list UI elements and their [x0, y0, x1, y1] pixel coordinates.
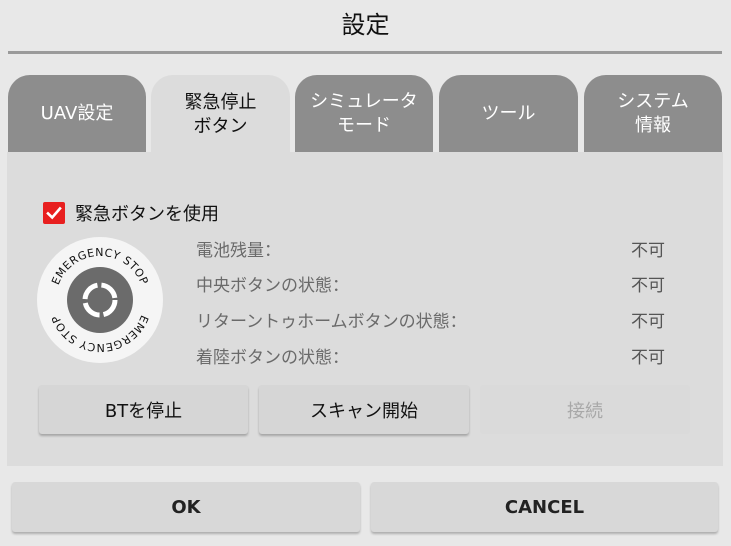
- use-emergency-button-label: 緊急ボタンを使用: [75, 204, 219, 225]
- emergency-stop-panel: 緊急ボタンを使用 EMERGENCY STOP EMERGENCY STOP 電…: [7, 152, 723, 466]
- battery-level-label: 電池残量：: [196, 241, 281, 261]
- cancel-button[interactable]: CANCEL: [371, 482, 718, 532]
- landing-button-state-value: 不可: [631, 348, 665, 368]
- tab-simulator-mode[interactable]: シミュレータ モード: [295, 75, 433, 152]
- ok-button[interactable]: OK: [12, 482, 360, 532]
- title-divider: [8, 51, 722, 54]
- landing-button-state-label: 着陸ボタンの状態：: [196, 348, 349, 368]
- tab-uav-settings[interactable]: UAV設定: [8, 75, 146, 152]
- use-emergency-button-checkbox[interactable]: [43, 202, 65, 224]
- center-button-state-value: 不可: [631, 276, 665, 296]
- tab-bar: UAV設定 緊急停止 ボタン シミュレータ モード ツール システム 情報: [0, 75, 731, 155]
- tab-tools[interactable]: ツール: [439, 75, 578, 152]
- tab-emergency-stop-button[interactable]: 緊急停止 ボタン: [151, 75, 290, 155]
- tab-system-info[interactable]: システム 情報: [584, 75, 722, 152]
- check-icon: [46, 206, 62, 220]
- stop-bt-button[interactable]: BTを停止: [39, 385, 248, 434]
- center-button-state-label: 中央ボタンの状態：: [196, 276, 349, 296]
- dialog-title: 設定: [341, 11, 390, 39]
- battery-level-value: 不可: [631, 241, 665, 261]
- return-to-home-state-label: リターントゥホームボタンの状態：: [196, 312, 467, 332]
- return-to-home-state-value: 不可: [631, 312, 665, 332]
- connect-button: 接続: [480, 385, 690, 434]
- settings-dialog: 設定 UAV設定 緊急停止 ボタン シミュレータ モード ツール システム 情報…: [0, 0, 731, 546]
- start-scan-button[interactable]: スキャン開始: [259, 385, 469, 434]
- emergency-stop-icon: EMERGENCY STOP EMERGENCY STOP: [37, 237, 163, 363]
- use-emergency-button-row: 緊急ボタンを使用: [43, 201, 219, 225]
